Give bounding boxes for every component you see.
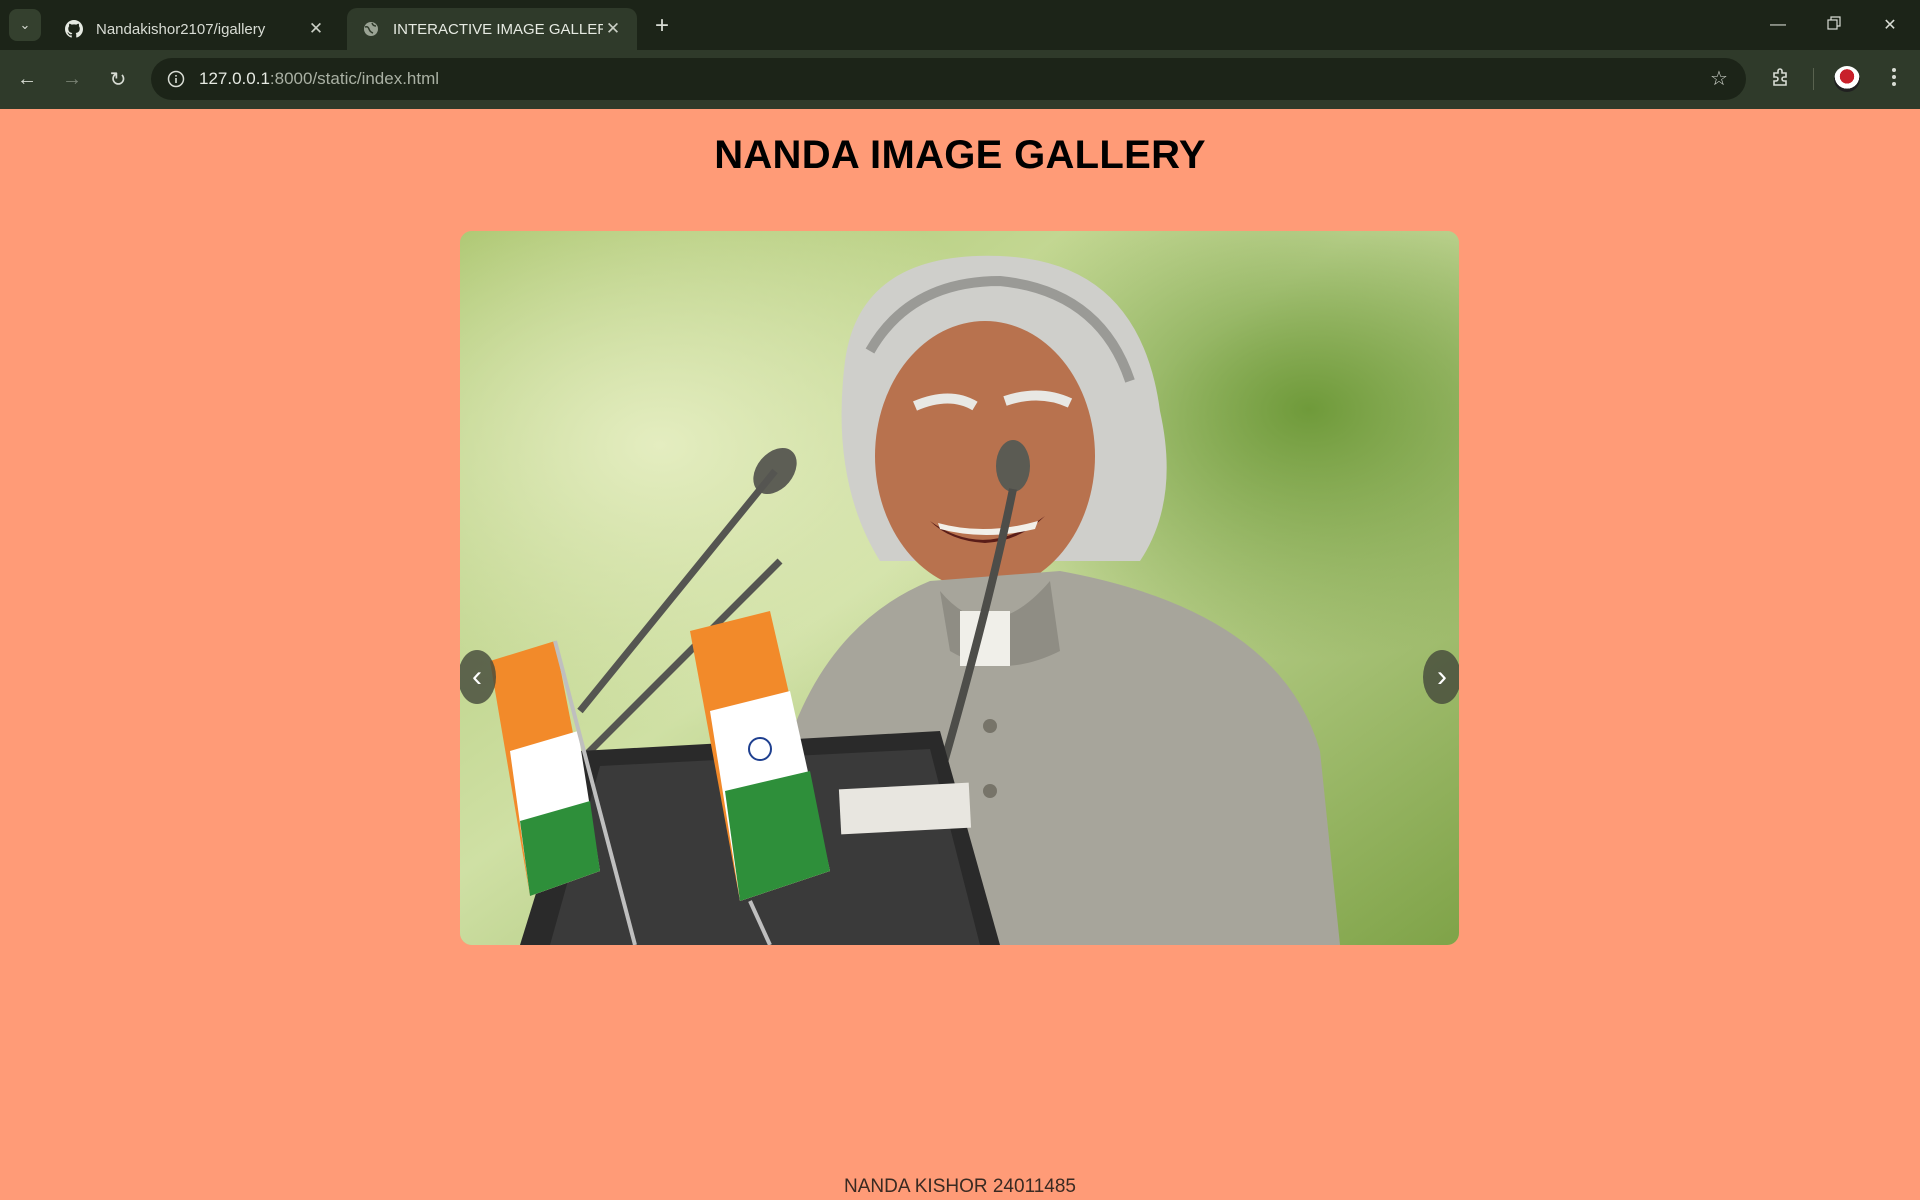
back-button[interactable]: ← bbox=[11, 63, 43, 95]
bookmark-star-icon[interactable]: ☆ bbox=[1708, 68, 1730, 90]
url-host: 127.0.0.1 bbox=[199, 69, 270, 88]
extensions-button[interactable] bbox=[1765, 63, 1797, 95]
close-window-button[interactable]: ✕ bbox=[1862, 0, 1918, 50]
address-bar[interactable]: 127.0.0.1:8000/static/index.html ☆ bbox=[151, 58, 1746, 100]
restore-button[interactable] bbox=[1806, 0, 1862, 50]
footer-text: NANDA KISHOR 24011485 bbox=[844, 1176, 1076, 1197]
image-carousel: ‹ › bbox=[460, 231, 1459, 945]
avatar bbox=[1834, 66, 1860, 92]
reload-icon: ↻ bbox=[109, 68, 127, 91]
gallery-photo bbox=[460, 231, 1459, 945]
close-icon[interactable]: ✕ bbox=[603, 19, 623, 39]
tab-search-button[interactable]: ⌄ bbox=[9, 9, 41, 41]
url-text[interactable]: 127.0.0.1:8000/static/index.html bbox=[199, 69, 439, 89]
arrow-left-icon: ← bbox=[17, 67, 37, 90]
tab-title: Nandakishor2107/igallery bbox=[96, 20, 266, 38]
close-icon: ✕ bbox=[1883, 17, 1897, 34]
tab-title: INTERACTIVE IMAGE GALLERY bbox=[393, 20, 603, 38]
plus-icon: + bbox=[654, 12, 669, 39]
menu-button[interactable] bbox=[1878, 63, 1910, 95]
browser-toolbar: ← → ↻ 127.0.0.1:8000/static/index.html ☆ bbox=[0, 50, 1920, 109]
globe-icon bbox=[361, 19, 381, 39]
reload-button[interactable]: ↻ bbox=[102, 63, 134, 95]
new-tab-button[interactable]: + bbox=[648, 12, 676, 40]
profile-button[interactable] bbox=[1831, 63, 1863, 95]
forward-button[interactable]: → bbox=[56, 63, 88, 95]
minimize-button[interactable]: — bbox=[1750, 0, 1806, 50]
github-icon bbox=[64, 19, 84, 39]
minimize-icon: — bbox=[1770, 16, 1786, 33]
tab-strip: ⌄ Nandakishor2107/igallery ✕ INTERACTIVE… bbox=[0, 0, 1920, 50]
chevron-down-icon: ⌄ bbox=[19, 17, 31, 32]
more-vertical-icon bbox=[1891, 67, 1897, 92]
puzzle-icon bbox=[1770, 66, 1792, 93]
tab-github[interactable]: Nandakishor2107/igallery ✕ bbox=[50, 8, 340, 50]
close-icon[interactable]: ✕ bbox=[306, 19, 326, 39]
site-info-icon[interactable] bbox=[155, 58, 197, 100]
next-button[interactable]: › bbox=[1423, 650, 1459, 704]
chevron-right-icon: › bbox=[1437, 660, 1447, 693]
restore-icon bbox=[1827, 15, 1841, 35]
page-title: NANDA IMAGE GALLERY bbox=[714, 133, 1206, 177]
arrow-right-icon: → bbox=[62, 67, 82, 90]
chevron-left-icon: ‹ bbox=[472, 660, 482, 693]
url-path: :8000/static/index.html bbox=[269, 69, 440, 88]
toolbar-divider bbox=[1813, 68, 1814, 90]
tab-gallery[interactable]: INTERACTIVE IMAGE GALLERY ✕ bbox=[347, 8, 637, 50]
